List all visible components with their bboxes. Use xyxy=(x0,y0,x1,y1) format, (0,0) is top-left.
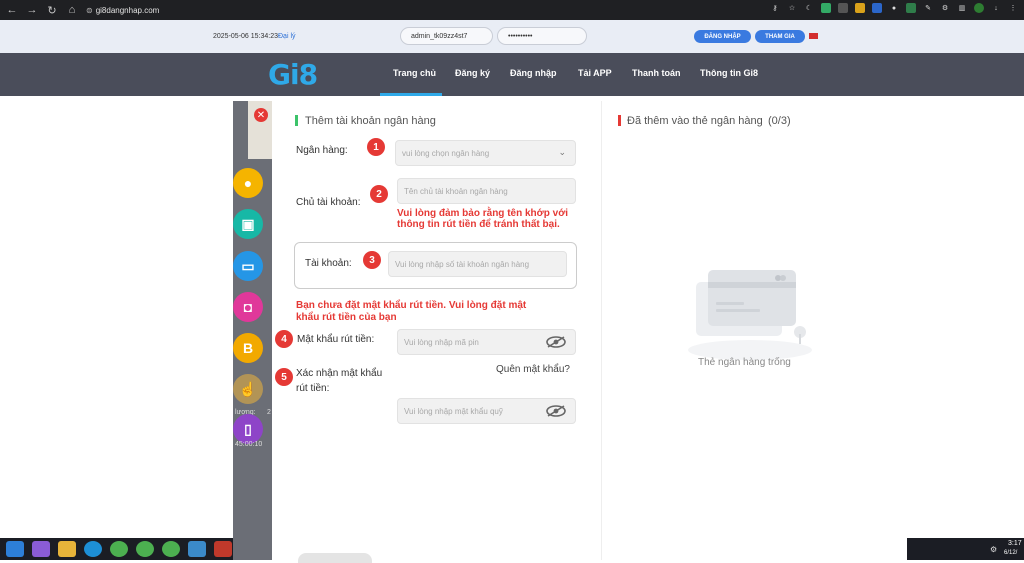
forgot-password-link[interactable]: Quên mật khẩu? xyxy=(496,364,570,375)
confirm-pin-label-line-1: Xác nhận mật khẩu xyxy=(296,368,383,379)
added-cards-title: Đã thêm vào thẻ ngân hàng xyxy=(627,115,763,127)
join-button[interactable]: THAM GIA xyxy=(755,30,805,43)
agent-link[interactable]: Đại lý xyxy=(278,33,296,40)
holder-warning-line-2: thông tin rút tiền để tránh thất bại. xyxy=(397,219,560,230)
system-tray xyxy=(907,538,1024,560)
copilot-icon[interactable] xyxy=(32,541,50,557)
tap-icon[interactable]: ☝ xyxy=(233,374,263,404)
start-icon[interactable] xyxy=(6,541,24,557)
bank-select-placeholder: vui lòng chọn ngân hàng xyxy=(402,148,490,158)
clock-date[interactable]: 6/12/ xyxy=(1004,550,1017,556)
submit-button[interactable] xyxy=(298,553,372,563)
clock-time[interactable]: 3:17 xyxy=(1008,540,1022,547)
account-holder-label: Chủ tài khoản: xyxy=(296,197,361,208)
account-number-input[interactable]: Vui lòng nhập số tài khoản ngân hàng xyxy=(388,251,567,277)
pen-icon[interactable]: ✎ xyxy=(923,3,933,13)
app-icon[interactable] xyxy=(188,541,206,557)
key-icon[interactable]: ⚷ xyxy=(770,3,780,13)
eye-hidden-icon[interactable] xyxy=(546,336,566,348)
password-input[interactable]: •••••••••• xyxy=(497,27,587,45)
address-bar[interactable]: ⊜ gi8dangnhap.com xyxy=(86,2,159,18)
moon-icon[interactable]: ☾ xyxy=(804,3,814,13)
chrome-profile-icon[interactable] xyxy=(162,541,180,557)
chrome-icon[interactable] xyxy=(110,541,128,557)
microphone-icon[interactable]: ● xyxy=(889,3,899,13)
phone-icon[interactable]: ▯ xyxy=(233,414,263,444)
bank-card-icon[interactable]: ▭ xyxy=(233,251,263,281)
star-icon[interactable]: ☆ xyxy=(787,3,797,13)
login-button[interactable]: ĐĂNG NHẬP xyxy=(694,30,751,43)
wallet-icon[interactable]: ◘ xyxy=(233,292,263,322)
chevron-down-icon: ⌄ xyxy=(558,147,566,157)
nav-item-info[interactable]: Thông tin Gi8 xyxy=(700,68,758,78)
bitcoin-icon[interactable]: B xyxy=(233,333,263,363)
reload-icon[interactable]: ↻ xyxy=(44,2,60,18)
confirm-pin-placeholder: Vui lòng nhập mật khẩu quỹ xyxy=(404,406,503,416)
holder-warning-line-1: Vui lòng đảm bảo rằng tên khớp với xyxy=(397,208,569,219)
nav-item-payment[interactable]: Thanh toán xyxy=(632,68,681,78)
extension-icon[interactable] xyxy=(872,3,882,13)
server-datetime: 2025-05-06 15:34:23 xyxy=(213,33,278,40)
nav-active-indicator xyxy=(380,93,442,96)
shield-extension-icon[interactable] xyxy=(821,3,831,13)
nav-item-login[interactable]: Đăng nhập xyxy=(510,68,557,78)
step-badge-3: 3 xyxy=(363,251,381,269)
empty-cards-text: Thẻ ngân hàng trống xyxy=(698,357,791,368)
settings-icon[interactable]: ⚙ xyxy=(990,545,997,554)
withdraw-pin-placeholder: Vui lòng nhập mã pin xyxy=(404,337,479,347)
step-badge-5: 5 xyxy=(275,368,293,386)
empty-card-illustration xyxy=(688,270,812,360)
edge-icon[interactable] xyxy=(84,541,102,557)
bank-select[interactable]: vui lòng chọn ngân hàng ⌄ xyxy=(395,140,576,166)
nav-item-download-app[interactable]: Tải APP xyxy=(578,68,612,78)
username-input[interactable]: admin_tk09zz4st7 xyxy=(400,27,493,45)
sidebar-timer: 45:00:10 xyxy=(235,441,263,448)
section-title-marker xyxy=(618,115,621,126)
site-info-icon[interactable]: ⊜ xyxy=(86,6,93,15)
vietnam-flag-icon[interactable] xyxy=(809,33,818,39)
step-badge-2: 2 xyxy=(370,185,388,203)
bank-label: Ngân hàng: xyxy=(296,145,348,156)
chrome-profile-icon[interactable] xyxy=(136,541,154,557)
pin-warning-line-1: Bạn chưa đặt mật khẩu rút tiền. Vui lòng… xyxy=(296,300,527,311)
home-icon[interactable]: ⌂ xyxy=(64,2,80,18)
user-profile-icon[interactable]: ● xyxy=(233,168,263,198)
extensions-area: ⚷ ☆ ☾ ● ✎ ⚙ ▥ ↓ ⋮ xyxy=(770,3,1018,13)
extension-icon[interactable] xyxy=(855,3,865,13)
profile-avatar[interactable] xyxy=(974,3,984,13)
browser-toolbar: ← → ↻ ⌂ ⊜ gi8dangnhap.com ⚷ ☆ ☾ ● ✎ ⚙ ▥ … xyxy=(0,0,1024,20)
form-title: Thêm tài khoản ngân hàng xyxy=(305,115,436,127)
step-badge-4: 4 xyxy=(275,330,293,348)
lock-icon[interactable]: ▣ xyxy=(233,209,263,239)
nav-item-register[interactable]: Đăng ký xyxy=(455,68,490,78)
url-text: gi8dangnhap.com xyxy=(95,5,160,15)
download-icon[interactable]: ↓ xyxy=(991,3,1001,13)
menu-icon[interactable]: ⋮ xyxy=(1008,3,1018,13)
forward-icon[interactable]: → xyxy=(24,2,40,18)
site-logo[interactable]: Gi8 xyxy=(268,58,318,91)
pin-warning-line-2: khẩu rút tiền của bạn xyxy=(296,312,397,323)
os-taskbar xyxy=(0,538,233,560)
withdraw-pin-label: Mật khẩu rút tiền: xyxy=(297,334,375,345)
extension-icon[interactable] xyxy=(838,3,848,13)
puzzle-icon[interactable]: ⚙ xyxy=(940,3,950,13)
nav-item-home[interactable]: Trang chủ xyxy=(393,68,436,78)
app-icon[interactable] xyxy=(214,541,232,557)
file-explorer-icon[interactable] xyxy=(58,541,76,557)
sidebar-count: 2 xyxy=(267,409,271,416)
vpn-extension-icon[interactable] xyxy=(906,3,916,13)
confirm-pin-label-line-2: rút tiền: xyxy=(296,383,330,394)
back-icon[interactable]: ← xyxy=(4,2,20,18)
account-holder-input[interactable]: Tên chủ tài khoản ngân hàng xyxy=(397,178,576,204)
section-title-marker xyxy=(295,115,298,126)
step-badge-1: 1 xyxy=(367,138,385,156)
account-number-label: Tài khoản: xyxy=(305,258,352,269)
eye-hidden-icon[interactable] xyxy=(546,405,566,417)
added-cards-count: (0/3) xyxy=(768,115,791,127)
sidebar-toggle-icon[interactable]: ▥ xyxy=(957,3,967,13)
close-icon[interactable]: ✕ xyxy=(254,108,268,122)
